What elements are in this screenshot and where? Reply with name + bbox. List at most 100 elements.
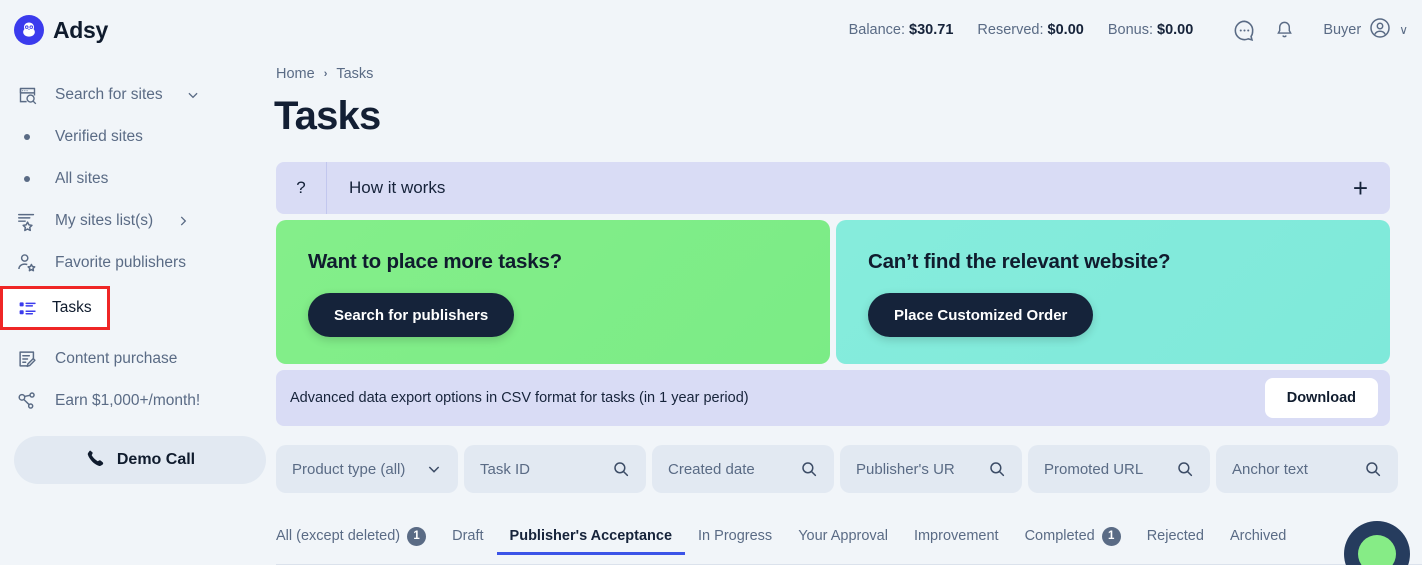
user-role-label: Buyer (1323, 22, 1362, 38)
demo-call-label: Demo Call (116, 451, 196, 468)
window-search-icon (14, 82, 40, 108)
plus-expand-icon[interactable]: + (1353, 175, 1368, 201)
filter-label: Created date (668, 460, 755, 478)
promo-card-customized-order: Can’t find the relevant website? Place C… (836, 220, 1390, 364)
filter-label: Anchor text (1232, 460, 1308, 478)
app-root: Adsy Balance: $30.71 Reserved: $0.00 Bon… (0, 0, 1422, 565)
header-right-group: Balance: $30.71 Reserved: $0.00 Bonus: $… (849, 0, 1422, 60)
tab-completed[interactable]: Completed 1 (1012, 517, 1134, 555)
logo[interactable]: Adsy (0, 15, 250, 45)
tab-label: Archived (1229, 528, 1287, 544)
user-star-icon (14, 250, 40, 276)
tab-label: Your Approval (798, 528, 888, 544)
tab-label: Draft (452, 528, 484, 544)
sidebar-item-verified-sites[interactable]: Verified sites (0, 116, 270, 158)
filter-created-date[interactable]: Created date (652, 445, 834, 493)
promo-title: Want to place more tasks? (308, 250, 562, 273)
how-it-works-banner[interactable]: ? How it works + (276, 162, 1390, 214)
bell-icon[interactable] (1271, 17, 1297, 43)
sidebar-item-label: Favorite publishers (55, 254, 186, 271)
filter-bar: Product type (all) Task ID Created date … (276, 445, 1422, 493)
status-tabs: All (except deleted) 1 Draft Publisher's… (276, 515, 1422, 555)
filter-label: Promoted URL (1044, 460, 1144, 478)
tab-label: All (except deleted) (276, 528, 401, 544)
chevron-down-icon (186, 88, 200, 102)
sidebar-item-all-sites[interactable]: All sites (0, 158, 270, 200)
tab-label: Rejected (1146, 528, 1204, 544)
promo-cards: Want to place more tasks? Search for pub… (276, 220, 1422, 364)
tab-all-except-deleted[interactable]: All (except deleted) 1 (276, 517, 439, 555)
tab-your-approval[interactable]: Your Approval (785, 517, 901, 555)
page-title: Tasks (274, 94, 381, 138)
download-button[interactable]: Download (1264, 378, 1378, 418)
filter-label: Task ID (480, 460, 531, 478)
sidebar-item-earn-money[interactable]: Earn $1,000+/month! (0, 380, 270, 422)
logo-text: Adsy (53, 16, 109, 43)
bullet-icon (14, 176, 40, 182)
bullet-icon (14, 134, 40, 140)
tab-badge: 1 (1101, 526, 1121, 546)
document-edit-icon (14, 346, 40, 372)
tab-badge: 1 (407, 526, 427, 546)
promo-card-place-tasks: Want to place more tasks? Search for pub… (276, 220, 830, 364)
breadcrumb-home[interactable]: Home (276, 66, 315, 82)
search-icon[interactable] (1162, 460, 1194, 478)
breadcrumb: Home › Tasks (270, 60, 1422, 82)
tab-label: In Progress (698, 528, 773, 544)
sidebar-item-search-for-sites[interactable]: Search for sites (0, 74, 270, 116)
user-menu[interactable]: Buyer ∨ (1323, 16, 1408, 45)
filter-product-type[interactable]: Product type (all) (276, 445, 458, 493)
promo-title: Can’t find the relevant website? (868, 250, 1171, 273)
main-content: Home › Tasks Tasks ? How it works + Want… (270, 60, 1422, 565)
sidebar-item-my-sites-lists[interactable]: My sites list(s) (0, 200, 270, 242)
tab-label: Publisher's Acceptance (509, 528, 673, 544)
filter-label: Product type (all) (292, 460, 406, 478)
sidebar-item-label: Search for sites (55, 86, 163, 103)
filter-promoted-url[interactable]: Promoted URL (1028, 445, 1210, 493)
sidebar-item-label: Content purchase (55, 350, 178, 367)
search-icon[interactable] (1350, 460, 1382, 478)
search-icon[interactable] (598, 460, 630, 478)
how-it-works-label: How it works (349, 178, 446, 197)
tab-archived[interactable]: Archived (1217, 517, 1299, 555)
sidebar-item-tasks[interactable]: Tasks (0, 286, 110, 330)
tab-in-progress[interactable]: In Progress (685, 517, 785, 555)
sidebar: Search for sites Verified sites All site… (0, 60, 270, 565)
filter-anchor-text[interactable]: Anchor text (1216, 445, 1398, 493)
filter-publishers-url[interactable]: Publisher's UR (840, 445, 1022, 493)
sidebar-item-label: Verified sites (55, 128, 143, 145)
phone-icon (85, 448, 105, 473)
tab-label: Improvement (913, 528, 999, 544)
balance-display: Balance: $30.71 (848, 22, 954, 38)
breadcrumb-current: Tasks (336, 66, 374, 82)
tab-label: Completed (1024, 528, 1095, 544)
search-icon[interactable] (974, 460, 1006, 478)
sidebar-item-label: Tasks (52, 299, 92, 316)
chat-support-inner (1358, 535, 1396, 565)
owl-logo-icon (14, 15, 44, 45)
chevron-right-icon (176, 214, 190, 228)
reserved-display: Reserved: $0.00 (977, 22, 1084, 38)
csv-export-banner: Advanced data export options in CSV form… (276, 370, 1390, 426)
export-description: Advanced data export options in CSV form… (290, 390, 749, 406)
chevron-down-icon: ∨ (1399, 23, 1408, 37)
tab-publishers-acceptance[interactable]: Publisher's Acceptance (496, 517, 686, 555)
chevron-right-icon: › (323, 68, 328, 80)
chat-bubble-icon[interactable] (1231, 17, 1257, 43)
tab-improvement[interactable]: Improvement (901, 517, 1012, 555)
sidebar-item-content-purchase[interactable]: Content purchase (0, 338, 270, 380)
tasks-list-icon (14, 295, 40, 321)
search-icon[interactable] (786, 460, 818, 478)
chevron-down-icon[interactable] (412, 461, 442, 477)
sidebar-item-label: All sites (55, 170, 109, 187)
tab-rejected[interactable]: Rejected (1134, 517, 1217, 555)
demo-call-button[interactable]: Demo Call (14, 436, 266, 484)
filter-task-id[interactable]: Task ID (464, 445, 646, 493)
place-customized-order-button[interactable]: Place Customized Order (868, 293, 1094, 337)
user-avatar-icon (1368, 16, 1392, 45)
search-for-publishers-button[interactable]: Search for publishers (308, 293, 515, 337)
sidebar-item-label: Earn $1,000+/month! (55, 392, 201, 409)
question-mark-icon: ? (296, 178, 306, 197)
tab-draft[interactable]: Draft (439, 517, 496, 555)
sidebar-item-favorite-publishers[interactable]: Favorite publishers (0, 242, 270, 284)
